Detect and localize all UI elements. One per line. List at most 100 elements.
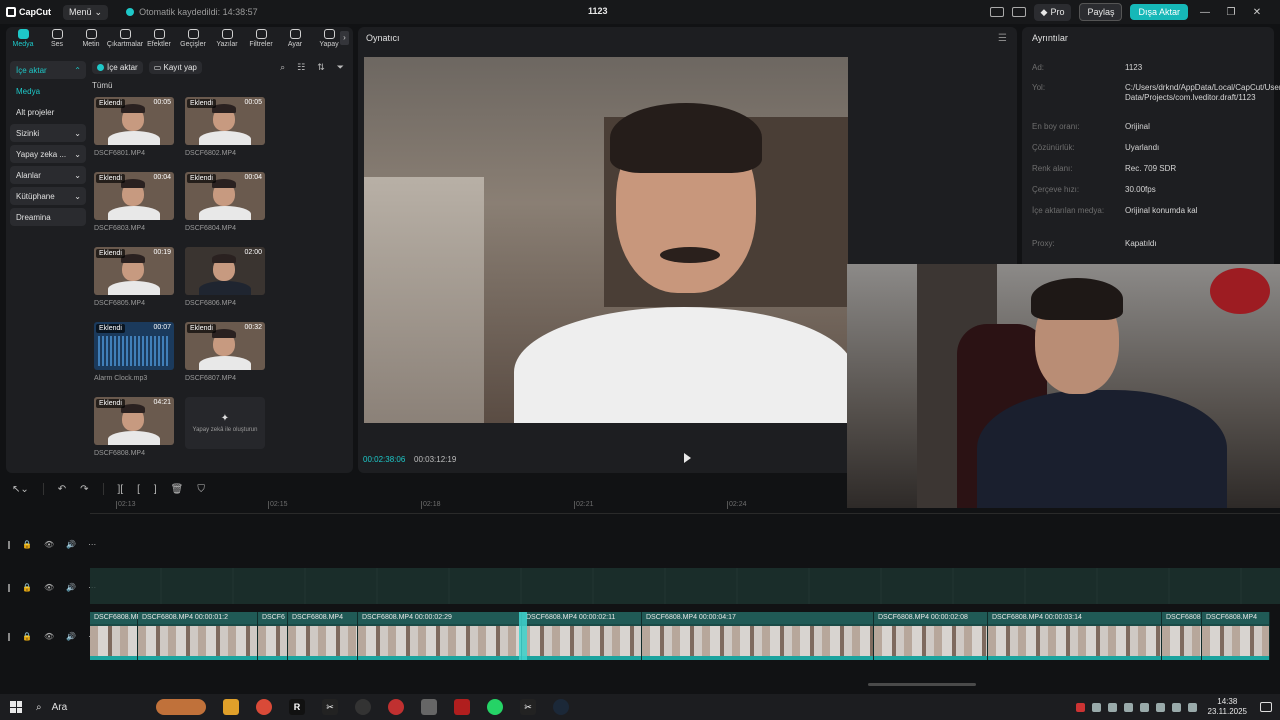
export-button[interactable]: Dışa Aktar	[1130, 4, 1188, 20]
audio-icon[interactable]: 🔊	[66, 583, 76, 592]
mic-app-icon[interactable]	[421, 699, 437, 715]
audio-icon[interactable]: 🔊	[66, 632, 76, 641]
weather-widget-icon[interactable]	[156, 699, 206, 715]
timeline-clip[interactable]: DSCF6808.MP4 00:00:02:08	[874, 612, 988, 660]
taskbar-clock[interactable]: 14:38 23.11.2025	[1208, 697, 1247, 717]
minimize-icon[interactable]: —	[1196, 7, 1214, 18]
chrome-icon[interactable]	[256, 699, 272, 715]
maximize-icon[interactable]: ❐	[1222, 7, 1240, 18]
media-app-icon[interactable]	[388, 699, 404, 715]
file-explorer-icon[interactable]	[223, 699, 239, 715]
split-icon[interactable]: ][	[118, 484, 124, 495]
search-icon[interactable]: ⌕	[280, 62, 285, 73]
redo-icon[interactable]: ↷	[80, 484, 88, 495]
trim-left-icon[interactable]: [	[137, 484, 140, 495]
tray-mic-icon[interactable]	[1139, 702, 1149, 712]
select-tool-icon[interactable]: ↖⌄	[12, 484, 29, 495]
timeline-ruler[interactable]: 02:13 02:15 02:18 02:21 02:24	[90, 500, 1280, 514]
layout-icon[interactable]	[989, 7, 1004, 17]
timeline-clip[interactable]: DSCF6808.MP4	[1202, 612, 1270, 660]
import-button[interactable]: İçe aktar	[92, 60, 143, 74]
undo-icon[interactable]: ↶	[58, 484, 66, 495]
capcut-taskbar-icon-2[interactable]: ✂	[520, 699, 536, 715]
filter-icon[interactable]: ⏷	[337, 62, 344, 73]
tray-app-icon[interactable]	[1075, 702, 1085, 712]
windows-start-icon[interactable]	[10, 701, 22, 713]
more-icon[interactable]: ⋯	[88, 540, 96, 549]
media-item[interactable]: Eklendi 00:19 DSCF6805.MP4	[94, 247, 174, 307]
taskbar-search[interactable]: ⌕ Ara	[36, 702, 156, 713]
tray-bluetooth-icon[interactable]	[1155, 702, 1165, 712]
delete-icon[interactable]: 🗑	[171, 484, 184, 495]
tab-effects[interactable]: Efektler	[142, 27, 176, 53]
cover-icon[interactable]	[8, 583, 10, 592]
main-video-track[interactable]: DSCF6808.MP DSCF6808.MP4 00:00:01:2 DSCF6…	[90, 612, 1270, 660]
cover-icon[interactable]	[8, 540, 10, 549]
tab-captions[interactable]: Yazılar	[210, 27, 244, 53]
shortcut-icon[interactable]	[1011, 7, 1026, 17]
sidebar-item[interactable]: Alt projeler	[10, 103, 86, 121]
close-icon[interactable]: ✕	[1248, 7, 1266, 18]
play-icon[interactable]	[684, 453, 691, 463]
tab-audio[interactable]: Ses	[40, 27, 74, 53]
filter-all-label[interactable]: Tümü	[92, 81, 350, 90]
overlay-track[interactable]	[90, 568, 1280, 604]
eye-icon[interactable]: 👁	[44, 632, 54, 641]
timeline-clip[interactable]: DSCF6808.MP4 00:00:02:29	[358, 612, 522, 660]
share-button[interactable]: Paylaş	[1079, 3, 1123, 21]
sidebar-item[interactable]: Yapay zeka ... ⌄	[10, 145, 86, 163]
timeline-clip[interactable]: DSCF6808.MP	[90, 612, 141, 660]
tab-adjust[interactable]: Ayar	[278, 27, 312, 53]
cover-icon[interactable]	[8, 632, 10, 641]
playhead[interactable]	[519, 612, 527, 660]
pro-button[interactable]: ◆ Pro	[1033, 3, 1072, 21]
tray-network-icon[interactable]	[1107, 702, 1117, 712]
sidebar-item[interactable]: Kütüphane ⌄	[10, 187, 86, 205]
chevron-right-icon[interactable]: ›	[340, 31, 349, 45]
timeline-clip[interactable]: DSCF6808.MP4	[288, 612, 358, 660]
project-title[interactable]: 1123	[588, 6, 608, 16]
media-item[interactable]: Eklendi 04:21 DSCF6808.MP4	[94, 397, 174, 457]
menu-button[interactable]: Menü ⌄	[63, 4, 109, 20]
view-grid-icon[interactable]: ☷	[297, 62, 305, 73]
timeline-clip[interactable]: DSCF6808.MP4 00:00:04:17	[642, 612, 874, 660]
sidebar-item[interactable]: Dreamina	[10, 208, 86, 226]
sidebar-item[interactable]: Medya	[10, 82, 86, 100]
media-item[interactable]: 02:00 DSCF6806.MP4	[185, 247, 265, 307]
tray-wifi-icon[interactable]	[1171, 702, 1181, 712]
timeline-clip[interactable]: DSCF6808	[1162, 612, 1202, 660]
tab-filters[interactable]: Filtreler	[244, 27, 278, 53]
timeline-scrollbar[interactable]	[868, 683, 976, 686]
capcut-taskbar-icon[interactable]: ✂	[322, 699, 338, 715]
tray-steam-icon[interactable]	[1091, 702, 1101, 712]
sort-icon[interactable]: ⇅	[317, 62, 325, 73]
steam-icon[interactable]	[553, 699, 569, 715]
tab-sticker[interactable]: Çıkartmalar	[107, 27, 143, 53]
tray-speaker-icon[interactable]	[1187, 702, 1197, 712]
timeline-clip[interactable]: DSCF6808.MP4 00:00:01:2	[138, 612, 258, 660]
tab-transitions[interactable]: Geçişler	[176, 27, 210, 53]
lock-icon[interactable]: 🔒	[22, 632, 32, 641]
timeline-clip[interactable]: DSCF6	[258, 612, 288, 660]
trim-right-icon[interactable]: ]	[154, 484, 157, 495]
whatsapp-icon[interactable]	[487, 699, 503, 715]
audio-icon[interactable]: 🔊	[66, 540, 76, 549]
record-button[interactable]: ▭ Kayıt yap	[148, 60, 202, 74]
eye-icon[interactable]: 👁	[44, 540, 54, 549]
voicemeeter-icon[interactable]	[454, 699, 470, 715]
media-item[interactable]: Eklendi 00:05 DSCF6802.MP4	[185, 97, 265, 157]
app-icon[interactable]	[355, 699, 371, 715]
lock-icon[interactable]: 🔒	[22, 583, 32, 592]
media-item[interactable]: Eklendi 00:04 DSCF6803.MP4	[94, 172, 174, 232]
media-item[interactable]: Eklendi 00:04 DSCF6804.MP4	[185, 172, 265, 232]
roblox-icon[interactable]: R	[289, 699, 305, 715]
notification-icon[interactable]	[1260, 702, 1272, 712]
tray-volume-app-icon[interactable]	[1123, 702, 1133, 712]
sidebar-item[interactable]: Alanlar ⌄	[10, 166, 86, 184]
timeline-clip[interactable]: DSCF6808.MP4 00:00:03:14	[988, 612, 1162, 660]
timeline-clip[interactable]: DSCF6808.MP4 00:00:02:11	[522, 612, 642, 660]
player-menu-icon[interactable]: ☰	[998, 33, 1007, 44]
eye-icon[interactable]: 👁	[44, 583, 54, 592]
media-item[interactable]: Eklendi 00:07 Alarm Clock.mp3	[94, 322, 174, 382]
ai-generate-card[interactable]: ✦ Yapay zekâ ile oluşturun	[185, 397, 265, 449]
